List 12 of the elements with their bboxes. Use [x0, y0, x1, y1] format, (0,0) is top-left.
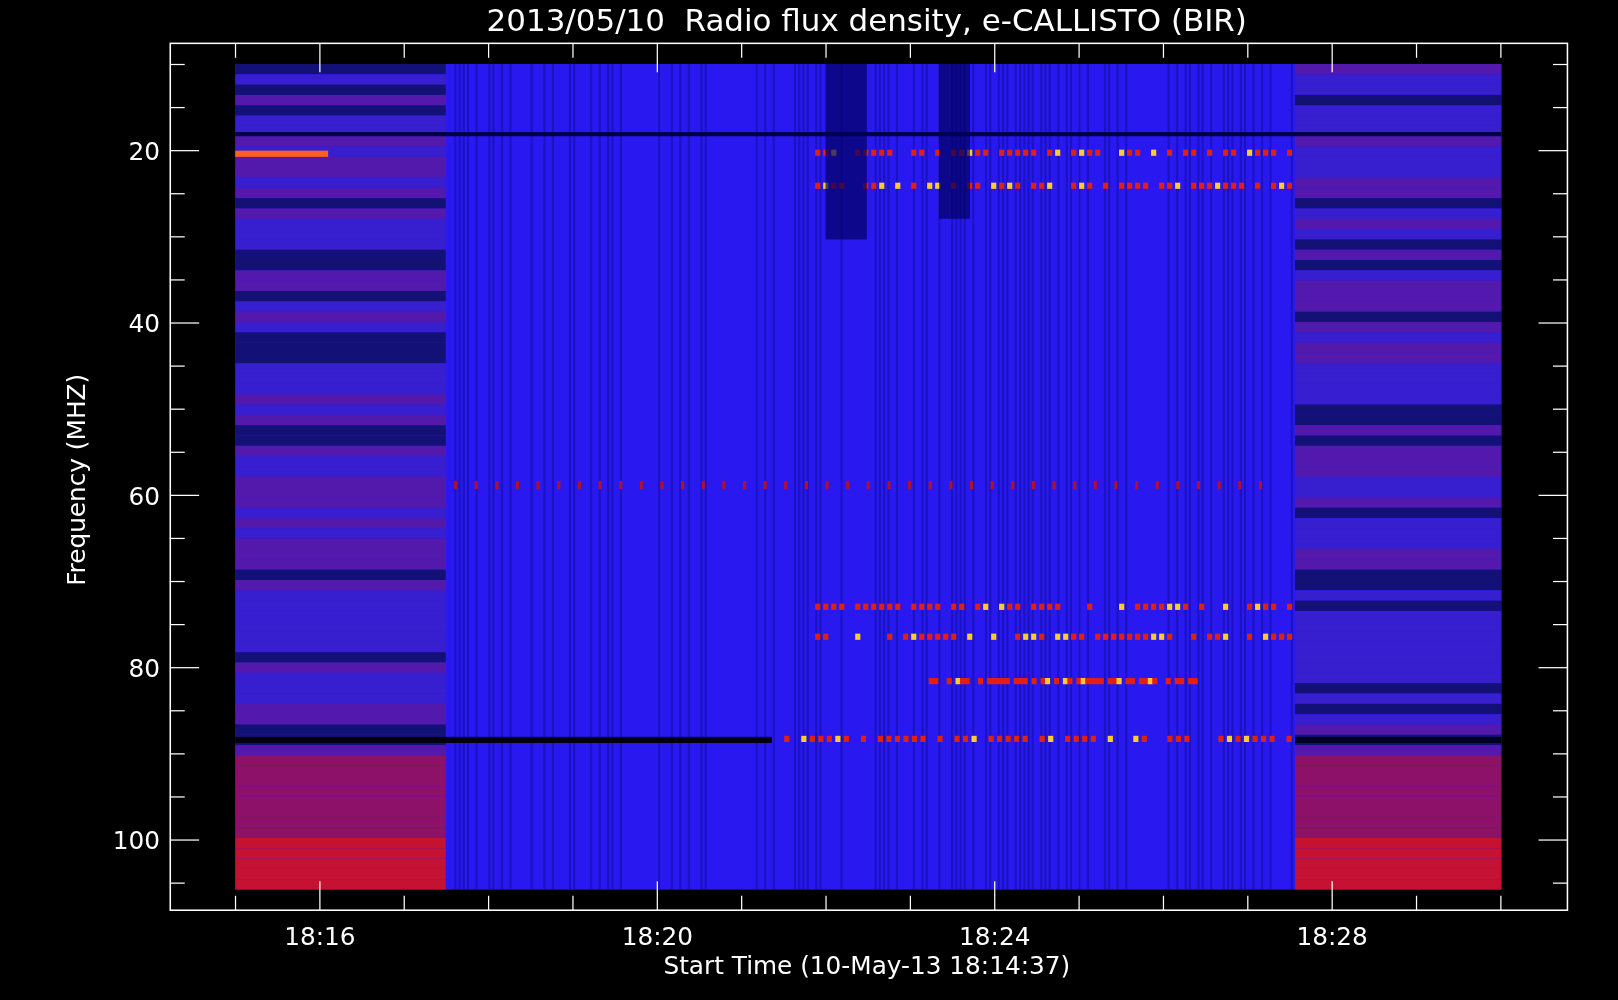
x-tick-label: 18:20 — [621, 922, 693, 952]
y-tick-label: 100 — [112, 826, 160, 856]
x-axis-label: Start Time (10-May-13 18:14:37) — [663, 951, 1071, 981]
y-tick-label: 20 — [128, 136, 160, 166]
chart-title: 2013/05/10 Radio flux density, e-CALLISTO (BIR) — [486, 1, 1247, 38]
y-tick-label: 80 — [128, 654, 160, 683]
x-tick-label: 18:16 — [284, 922, 356, 952]
y-tick-label: 60 — [128, 481, 160, 511]
x-tick-label: 18:24 — [959, 922, 1031, 952]
x-tick-label: 18:28 — [1296, 922, 1368, 952]
y-tick-label: 40 — [128, 309, 160, 339]
y-axis-label: Frequency (MHZ) — [61, 373, 91, 586]
